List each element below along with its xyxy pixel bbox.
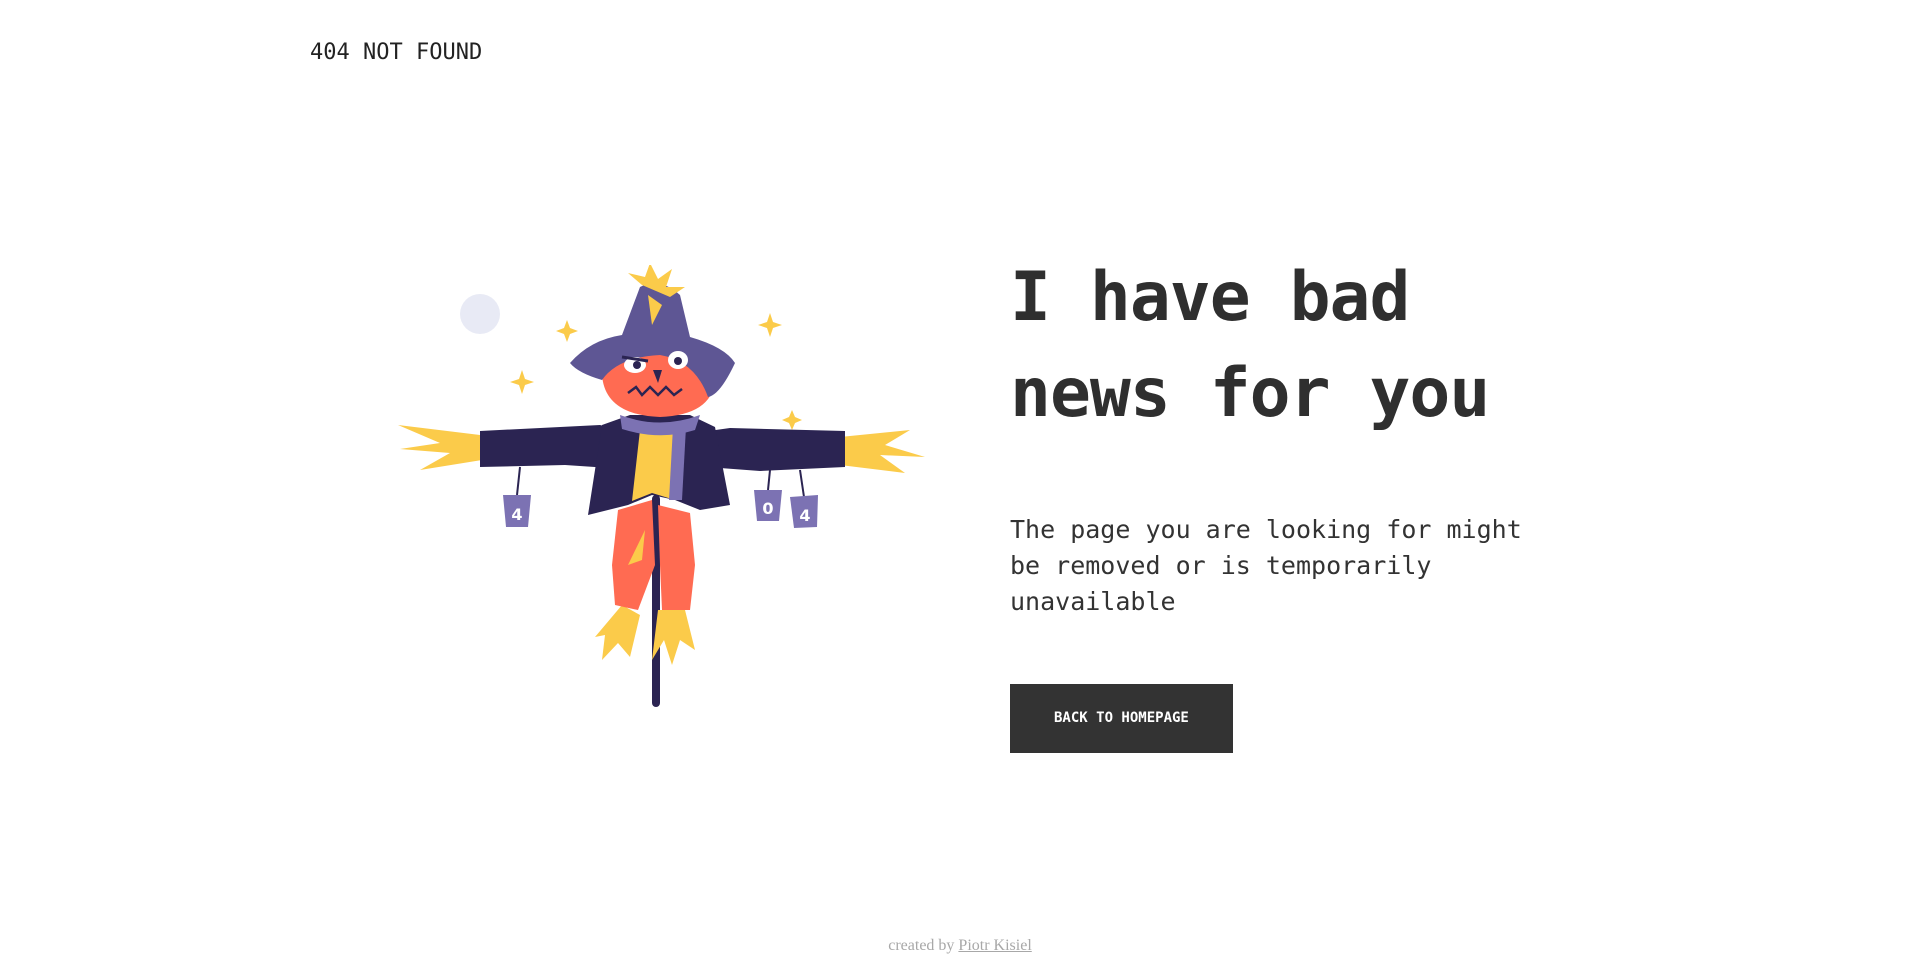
can-icon: 0 <box>754 490 782 521</box>
headline-line-1: I have bad <box>1010 258 1410 337</box>
svg-text:4: 4 <box>799 506 810 525</box>
main-content: I have bad news for you The page you are… <box>1010 250 1610 753</box>
description: The page you are looking for might be re… <box>1010 515 1522 616</box>
back-to-homepage-button[interactable]: BACK TO HOMEPAGE <box>1010 684 1233 753</box>
author-link[interactable]: Piotr Kisiel <box>958 937 1031 954</box>
moon-icon <box>460 294 500 334</box>
footer-prefix: created by <box>888 937 955 954</box>
svg-text:0: 0 <box>762 499 773 518</box>
headline: I have bad news for you <box>1010 250 1610 442</box>
footer: created by Piotr Kisiel <box>0 937 1920 955</box>
can-icon: 4 <box>790 495 818 528</box>
scarecrow-illustration: 4 0 4 <box>390 263 930 725</box>
svg-text:4: 4 <box>511 505 522 524</box>
can-icon: 4 <box>503 495 531 527</box>
headline-line-2: news for you <box>1010 354 1490 433</box>
brand-title: 404 NOT FOUND <box>310 40 483 65</box>
